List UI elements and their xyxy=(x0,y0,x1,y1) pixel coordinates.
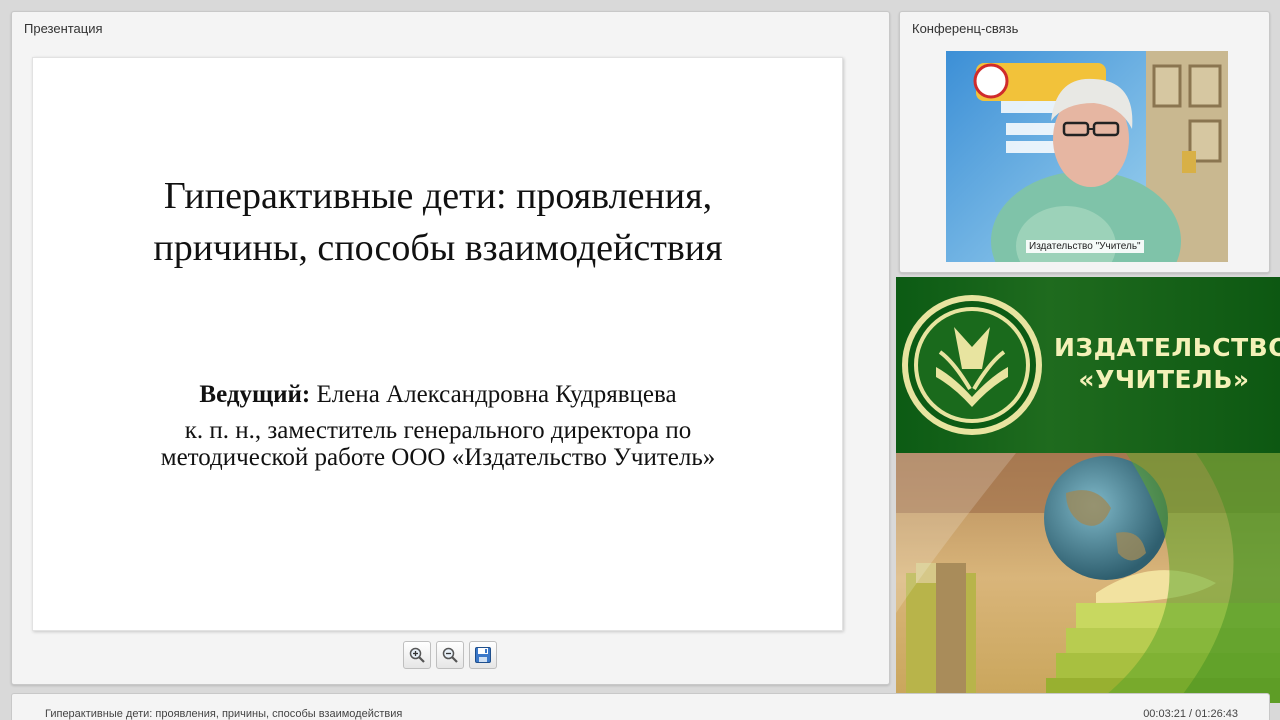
presenter-label: Ведущий: xyxy=(199,381,311,408)
publisher-logo-block: ИЗДАТЕЛЬСТВО «УЧИТЕЛЬ» xyxy=(896,277,1280,453)
presentation-panel: Презентация Гиперактивные дети: проявлен… xyxy=(11,11,890,685)
player-footer: Гиперактивные дети: проявления, причины,… xyxy=(11,693,1270,720)
zoom-in-button[interactable] xyxy=(403,641,431,669)
zoom-out-icon xyxy=(442,647,458,663)
presenter-description: к. п. н., заместитель генерального дирек… xyxy=(160,417,716,471)
publisher-name-line1: ИЗДАТЕЛЬСТВО xyxy=(1054,333,1280,362)
publisher-name-line2: «УЧИТЕЛЬ» xyxy=(1078,365,1250,394)
books-globe-image xyxy=(896,453,1280,703)
presenter-name: Елена Александровна Кудрявцева xyxy=(316,381,677,408)
slide-title: Гиперактивные дети: проявления, причины,… xyxy=(153,175,723,269)
publisher-name: ИЗДАТЕЛЬСТВО «УЧИТЕЛЬ» xyxy=(1054,332,1280,396)
publisher-banner: ИЗДАТЕЛЬСТВО «УЧИТЕЛЬ» xyxy=(896,277,1280,703)
conference-panel: Конференц-связь Издательство "Учитель" xyxy=(899,11,1270,273)
recording-title: Гиперактивные дети: проявления, причины,… xyxy=(45,708,403,720)
conference-panel-title: Конференц-связь xyxy=(912,21,1019,36)
slide-toolbar xyxy=(403,641,497,669)
floppy-disk-icon xyxy=(475,647,491,663)
slide-presenter: Ведущий: Елена Александровна Кудрявцева xyxy=(73,380,803,410)
save-button[interactable] xyxy=(469,641,497,669)
zoom-in-icon xyxy=(409,647,425,663)
video-caption: Издательство "Учитель" xyxy=(1026,240,1144,253)
zoom-out-button[interactable] xyxy=(436,641,464,669)
video-frame xyxy=(946,51,1228,262)
presentation-panel-title: Презентация xyxy=(24,21,103,36)
presentation-slide: Гиперактивные дети: проявления, причины,… xyxy=(32,57,843,631)
playback-time: 00:03:21 / 01:26:43 xyxy=(1143,708,1238,720)
video-feed[interactable]: Издательство "Учитель" xyxy=(946,51,1228,262)
